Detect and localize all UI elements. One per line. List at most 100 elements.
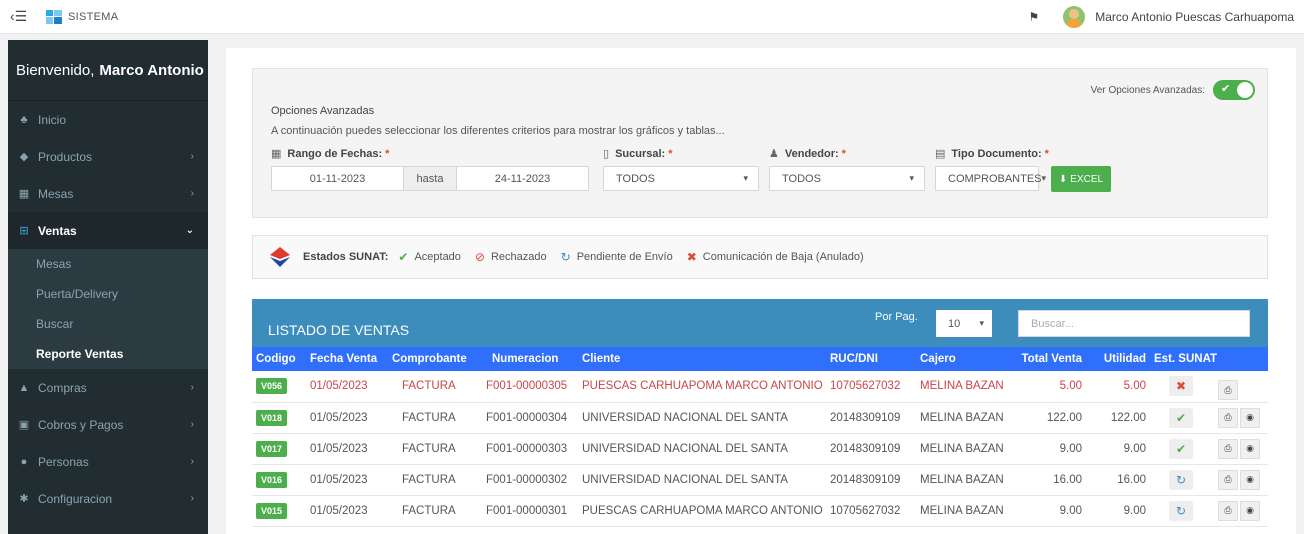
sidebar-item-compras[interactable]: ▲ Compras › <box>8 369 208 406</box>
sidebar-item-inicio[interactable]: ♣ Inicio <box>8 101 208 138</box>
column-header[interactable]: Fecha Venta <box>306 347 388 371</box>
eye-icon[interactable]: ◉ <box>1240 469 1260 490</box>
print-icon[interactable]: ⎙ <box>1218 500 1238 521</box>
refresh-icon: ↻ <box>560 250 571 264</box>
submenu-item-buscar[interactable]: Buscar <box>8 309 208 339</box>
search-input[interactable]: Buscar... <box>1018 310 1250 337</box>
sidebar-item-label: Inicio <box>38 112 67 127</box>
doc-type-label-text: Tipo Documento: <box>951 147 1042 160</box>
submenu-item-reporte-ventas[interactable]: Reporte Ventas <box>8 339 208 369</box>
table-row[interactable]: V056 01/05/2023 FACTURA F001-00000305 PUESCA… <box>252 371 1268 403</box>
refresh-icon[interactable]: ↻ <box>1169 469 1193 490</box>
check-icon: ✔ <box>398 250 409 264</box>
column-header[interactable]: Total Venta <box>1006 347 1090 371</box>
date-separator: hasta <box>403 166 457 191</box>
branch-label-text: Sucursal: <box>615 147 666 160</box>
chevron-right-icon: › <box>190 456 194 467</box>
user-name[interactable]: Marco Antonio Puescas Carhuapoma <box>1095 10 1294 24</box>
per-page-select[interactable]: 10 ▾ <box>936 310 992 337</box>
print-icon[interactable]: ⎙ <box>1218 438 1238 459</box>
table-header-row: Codigo Fecha Venta Comprobante Numeracio… <box>252 347 1268 371</box>
sunat-state-rechazado: ⊘ Rechazado <box>475 250 547 264</box>
money-icon: ▣ <box>18 419 30 431</box>
building-icon: ▯ <box>603 148 610 160</box>
sunat-states-legend: Estados SUNAT: ✔ Aceptado ⊘ Rechazado ↻ … <box>252 235 1268 279</box>
sunat-state-label: Rechazado <box>490 251 547 263</box>
sidebar-item-personas[interactable]: ● Personas › <box>8 443 208 480</box>
cell-total: 16.00 <box>1006 464 1090 496</box>
eye-icon[interactable]: ◉ <box>1240 407 1260 428</box>
table-row[interactable]: V018 01/05/2023 FACTURA F001-00000304 UNIVER… <box>252 402 1268 434</box>
filters-panel: Ver Opciones Avanzadas: ✔ Opciones Avanz… <box>252 68 1268 218</box>
dashboard-icon: ♣ <box>20 113 28 126</box>
excel-button[interactable]: ⬇ EXCEL <box>1051 166 1111 192</box>
seller-label: ♟ Vendedor: * <box>769 147 846 161</box>
sales-list-title: LISTADO DE VENTAS <box>268 322 410 338</box>
required-mark: * <box>841 147 846 160</box>
advanced-toggle-label: Ver Opciones Avanzadas: <box>1090 84 1205 96</box>
cell-codigo: V015 <box>252 495 306 527</box>
filters-description: A continuación puedes seleccionar los di… <box>271 125 725 137</box>
table-row[interactable]: V017 01/05/2023 FACTURA F001-00000303 UNIVER… <box>252 433 1268 465</box>
column-header[interactable]: Comprobante <box>388 347 482 371</box>
sidebar-toggle-icon[interactable]: ‹☰ <box>10 8 30 25</box>
cell-cliente: PUESCAS CARHUAPOMA MARCO ANTONIO <box>578 371 826 403</box>
sunat-state-label: Comunicación de Baja (Anulado) <box>702 251 864 263</box>
seller-select[interactable]: TODOS ▾ <box>769 166 925 191</box>
sunat-state-pendiente: ↻ Pendiente de Envío <box>561 250 673 264</box>
doc-type-label: ▤ Tipo Documento: * <box>935 147 1049 161</box>
column-header[interactable]: Cajero <box>916 347 1006 371</box>
advanced-options-switch[interactable]: ✔ <box>1213 80 1255 100</box>
code-badge: V016 <box>256 471 288 488</box>
refresh-icon[interactable]: ↻ <box>1169 500 1193 521</box>
eye-icon[interactable]: ◉ <box>1240 500 1260 521</box>
cell-sunat-status: ✔ <box>1150 433 1208 465</box>
cell-utilidad: 5.00 <box>1090 371 1150 403</box>
sidebar-item-configuracion[interactable]: ✱ Configuracion › <box>8 480 208 517</box>
times-circle-icon: ✖ <box>686 250 697 264</box>
table-row[interactable]: V016 01/05/2023 FACTURA F001-00000302 UNIVER… <box>252 464 1268 496</box>
cell-cliente: UNIVERSIDAD NACIONAL DEL SANTA <box>578 464 826 496</box>
cell-comprobante: FACTURA <box>388 402 482 434</box>
cell-comprobante: FACTURA <box>388 495 482 527</box>
eye-icon[interactable]: ◉ <box>1240 438 1260 459</box>
cell-utilidad: 9.00 <box>1090 495 1150 527</box>
sidebar-item-productos[interactable]: ◆ Productos › <box>8 138 208 175</box>
date-from-input[interactable]: 01-11-2023 <box>271 166 404 191</box>
branch-select[interactable]: TODOS ▾ <box>603 166 759 191</box>
print-icon[interactable]: ⎙ <box>1218 380 1238 400</box>
sidebar-item-cobros-pagos[interactable]: ▣ Cobros y Pagos › <box>8 406 208 443</box>
submenu-item-puerta-delivery[interactable]: Puerta/Delivery <box>8 279 208 309</box>
print-icon[interactable]: ⎙ <box>1218 407 1238 428</box>
avatar[interactable] <box>1063 5 1086 28</box>
cell-cliente: PUESCAS CARHUAPOMA MARCO ANTONIO <box>578 495 826 527</box>
cell-ruc: 20148309109 <box>826 433 916 465</box>
sidebar-item-ventas[interactable]: ⊞ Ventas ⌄ <box>8 212 208 249</box>
notifications-flag-icon[interactable]: ⚑ <box>1028 10 1039 24</box>
doc-type-select[interactable]: COMPROBANTES ▾ <box>935 166 1046 191</box>
table-row[interactable]: V015 01/05/2023 FACTURA F001-00000301 PUESCA… <box>252 495 1268 527</box>
column-header[interactable]: Utilidad <box>1090 347 1150 371</box>
column-header[interactable]: Cliente <box>578 347 826 371</box>
sidebar-item-mesas[interactable]: ▦ Mesas › <box>8 175 208 212</box>
cell-numeracion: F001-00000303 <box>482 433 578 465</box>
date-to-input[interactable]: 24-11-2023 <box>456 166 589 191</box>
column-header[interactable]: Codigo <box>252 347 306 371</box>
column-header[interactable]: Est. SUNAT <box>1150 347 1217 371</box>
cell-total: 122.00 <box>1006 402 1090 434</box>
check-icon: ✔ <box>1221 83 1231 95</box>
cell-total: 5.00 <box>1006 371 1090 403</box>
print-icon[interactable]: ⎙ <box>1218 469 1238 490</box>
cell-codigo: V056 <box>252 371 306 403</box>
topbar-right: ⚑ Marco Antonio Puescas Carhuapoma <box>1028 0 1304 33</box>
column-header[interactable]: Numeracion <box>482 347 578 371</box>
cell-codigo: V018 <box>252 402 306 434</box>
check-icon[interactable]: ✔ <box>1169 407 1193 428</box>
submenu-item-mesas[interactable]: Mesas <box>8 249 208 279</box>
app-logo <box>46 9 62 24</box>
cell-utilidad: 9.00 <box>1090 433 1150 465</box>
column-header[interactable]: RUC/DNI <box>826 347 916 371</box>
check-icon[interactable]: ✔ <box>1169 438 1193 459</box>
times-circle-icon[interactable]: ✖ <box>1169 376 1193 397</box>
advanced-options-toggle: Ver Opciones Avanzadas: ✔ <box>1091 80 1255 100</box>
